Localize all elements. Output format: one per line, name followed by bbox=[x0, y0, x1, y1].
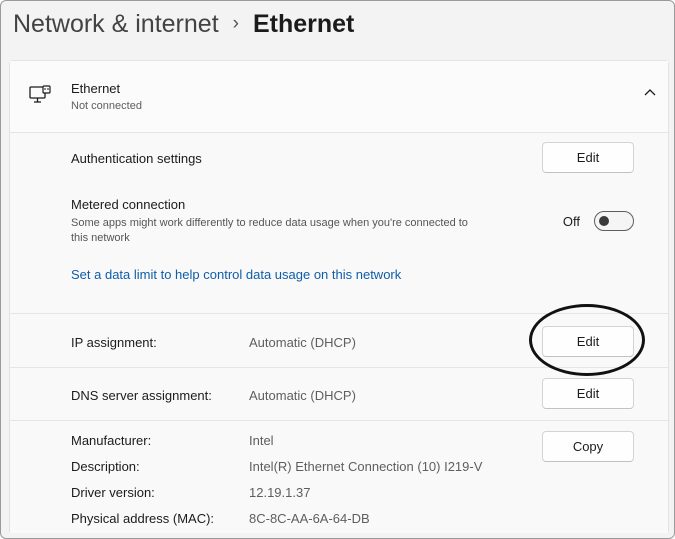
manufacturer-value: Intel bbox=[249, 433, 274, 448]
breadcrumb-separator: › bbox=[232, 13, 239, 34]
divider bbox=[10, 420, 668, 421]
authentication-edit-button[interactable]: Edit bbox=[542, 142, 634, 173]
ethernet-header[interactable]: Ethernet Not connected bbox=[10, 61, 668, 133]
page-title: Ethernet bbox=[252, 9, 355, 38]
copy-button[interactable]: Copy bbox=[542, 431, 634, 462]
metered-description: Some apps might work differently to redu… bbox=[71, 217, 468, 244]
ethernet-title: Ethernet bbox=[71, 81, 121, 96]
settings-window: Network & internet › Ethernet Ethernet N… bbox=[0, 0, 675, 539]
toggle-knob bbox=[599, 216, 609, 226]
metered-toggle-state: Off bbox=[562, 214, 580, 229]
metered-toggle[interactable] bbox=[594, 211, 634, 231]
chevron-up-icon[interactable] bbox=[642, 85, 658, 101]
breadcrumb-parent[interactable]: Network & internet bbox=[13, 10, 219, 39]
description-value: Intel(R) Ethernet Connection (10) I219-V bbox=[249, 459, 483, 474]
ethernet-card: Ethernet Not connected Authentication se… bbox=[9, 60, 669, 533]
metered-label: Metered connection bbox=[71, 197, 186, 212]
dns-assignment-label: DNS server assignment: bbox=[71, 388, 212, 403]
divider bbox=[10, 313, 668, 314]
dns-edit-button[interactable]: Edit bbox=[542, 378, 634, 409]
ethernet-pc-icon bbox=[29, 85, 51, 103]
ip-assignment-label: IP assignment: bbox=[71, 335, 157, 350]
description-label: Description: bbox=[71, 459, 140, 474]
breadcrumb: Network & internet › Ethernet bbox=[13, 7, 354, 41]
ethernet-details: Authentication settings Edit Metered con… bbox=[10, 133, 668, 533]
data-limit-link[interactable]: Set a data limit to help control data us… bbox=[71, 267, 401, 282]
driver-version-value: 12.19.1.37 bbox=[249, 485, 311, 500]
divider bbox=[10, 367, 668, 368]
mac-address-value: 8C-8C-AA-6A-64-DB bbox=[249, 511, 370, 526]
dns-assignment-value: Automatic (DHCP) bbox=[249, 388, 356, 403]
ip-edit-button[interactable]: Edit bbox=[542, 326, 634, 357]
ethernet-status: Not connected bbox=[71, 100, 142, 112]
mac-address-label: Physical address (MAC): bbox=[71, 511, 215, 526]
authentication-label: Authentication settings bbox=[71, 151, 202, 166]
ip-assignment-value: Automatic (DHCP) bbox=[249, 335, 356, 350]
manufacturer-label: Manufacturer: bbox=[71, 433, 152, 448]
driver-version-label: Driver version: bbox=[71, 485, 155, 500]
